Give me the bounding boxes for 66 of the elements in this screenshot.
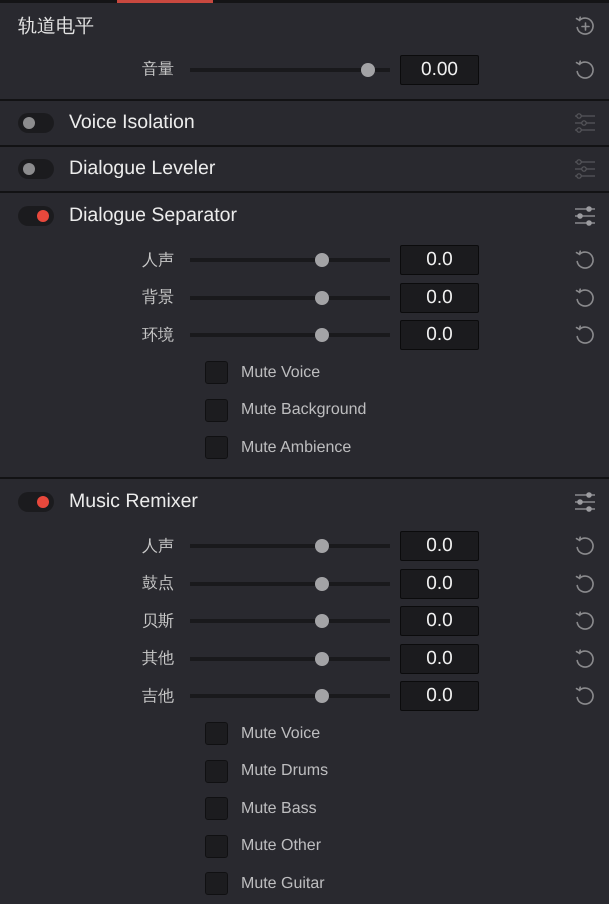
checkbox-label: Mute Voice (241, 724, 320, 743)
reset-icon[interactable] (574, 685, 596, 708)
slider-label: 其他 (141, 648, 175, 670)
toggle-switch[interactable] (18, 492, 54, 512)
slider-label: 吉他 (141, 686, 175, 707)
checkbox[interactable] (205, 398, 228, 422)
slider-thumb[interactable] (314, 539, 329, 554)
value-field[interactable]: 0.0 (400, 681, 479, 712)
reset-icon[interactable] (574, 249, 596, 272)
value-field[interactable]: 0.0 (400, 606, 479, 636)
slider-thumb[interactable] (314, 290, 329, 305)
value-field[interactable]: 0.0 (400, 644, 479, 674)
toggle-switch[interactable] (18, 158, 54, 178)
slider-thumb[interactable] (314, 253, 329, 268)
value-field[interactable]: 0.00 (400, 54, 479, 85)
effect-name: Dialogue Leveler (69, 157, 216, 180)
checkbox-label: Mute Guitar (241, 874, 325, 893)
checkbox-label: Mute Voice (241, 364, 320, 382)
value-field[interactable]: 0.0 (400, 245, 479, 276)
section-title: 轨道电平 (18, 15, 95, 39)
sliders-icon[interactable] (574, 112, 596, 134)
sliders-icon[interactable] (574, 204, 596, 226)
value-field[interactable]: 0.0 (400, 531, 479, 562)
reset-icon[interactable] (574, 572, 596, 595)
sliders-icon[interactable] (574, 158, 596, 180)
checkbox-label: Mute Ambience (241, 438, 352, 457)
slider-thumb[interactable] (314, 328, 329, 342)
slider-thumb[interactable] (361, 62, 376, 77)
reset-icon[interactable] (574, 648, 596, 670)
checkbox[interactable] (205, 361, 228, 384)
checkbox-label: Mute Drums (241, 762, 328, 780)
slider-thumb[interactable] (314, 652, 329, 666)
value-field[interactable]: 0.0 (400, 320, 479, 350)
effect-name: Dialogue Separator (69, 204, 238, 227)
slider-label: 贝斯 (141, 612, 175, 632)
reset-icon[interactable] (574, 58, 596, 81)
checkbox-label: Mute Other (241, 837, 322, 856)
checkbox[interactable] (205, 872, 228, 896)
toggle-switch[interactable] (18, 112, 54, 132)
effect-name: Voice Isolation (69, 111, 196, 134)
value-field[interactable]: 0.0 (400, 282, 479, 313)
checkbox[interactable] (205, 797, 228, 820)
checkbox-label: Mute Bass (241, 800, 317, 818)
slider-thumb[interactable] (314, 614, 329, 628)
sliders-icon[interactable] (574, 490, 596, 512)
checkbox[interactable] (205, 436, 228, 460)
checkbox[interactable] (205, 722, 228, 746)
effect-name: Music Remixer (69, 490, 199, 513)
reset-icon[interactable] (574, 535, 596, 558)
slider-thumb[interactable] (314, 576, 329, 591)
slider-label: 鼓点 (141, 574, 175, 594)
checkbox-label: Mute Background (241, 401, 366, 420)
toggle-switch[interactable] (18, 206, 54, 226)
reset-icon[interactable] (574, 324, 596, 346)
slider-label: 人声 (141, 250, 175, 271)
reset-plus-icon[interactable] (574, 15, 596, 37)
reset-icon[interactable] (574, 286, 596, 309)
checkbox[interactable] (205, 834, 228, 858)
reset-icon[interactable] (574, 610, 596, 632)
slider-label: 人声 (141, 536, 175, 557)
slider-label: 音量 (141, 60, 175, 80)
slider-label: 环境 (141, 326, 175, 346)
value-field[interactable]: 0.0 (400, 568, 479, 599)
checkbox[interactable] (205, 760, 228, 783)
slider-thumb[interactable] (314, 689, 329, 704)
slider-label: 背景 (141, 288, 175, 308)
